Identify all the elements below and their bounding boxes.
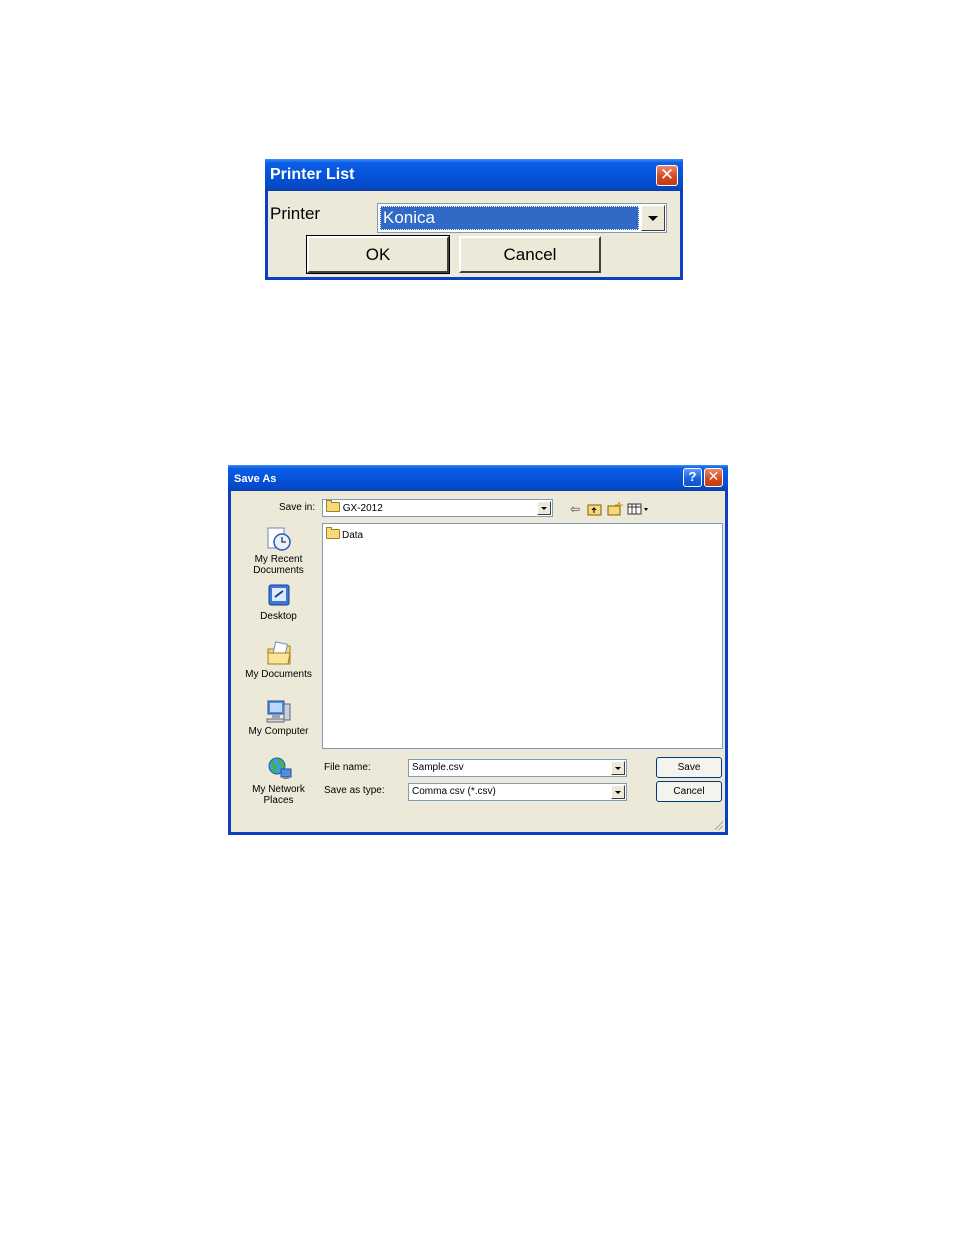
save-in-dropdown-button[interactable] (537, 501, 551, 515)
file-name-label: File name: (324, 762, 371, 773)
place-my-documents[interactable]: My Documents (241, 641, 316, 680)
save-type-value: Comma csv (*.csv) (412, 786, 496, 797)
file-list[interactable]: Data (322, 523, 723, 749)
ok-button[interactable]: OK (307, 236, 449, 273)
place-my-recent-documents[interactable]: My Recent Documents (241, 526, 316, 576)
place-label: My Recent Documents (253, 554, 304, 576)
close-icon[interactable]: ✕ (704, 468, 723, 487)
chevron-down-icon (541, 507, 547, 510)
file-name-dropdown-button[interactable] (611, 761, 625, 775)
printer-label: Printer (270, 204, 321, 223)
folder-icon (326, 527, 340, 539)
view-menu-icon[interactable] (627, 501, 651, 517)
place-label: My Documents (245, 669, 312, 680)
my-computer-icon (265, 698, 293, 724)
resize-grip[interactable] (713, 820, 723, 830)
place-my-computer[interactable]: My Computer (241, 698, 316, 737)
printer-select-value: Konica (380, 206, 639, 230)
cancel-button[interactable]: Cancel (459, 236, 601, 273)
file-name-input[interactable]: Sample.csv (408, 759, 627, 777)
chevron-down-icon (615, 791, 621, 794)
list-item[interactable]: Data (326, 527, 364, 541)
save-type-label: Save as type: (324, 785, 385, 796)
folder-icon (326, 500, 340, 512)
my-documents-icon (265, 641, 293, 667)
printer-list-dialog: Printer List ✕ Printer Konica OK Cancel (265, 159, 683, 280)
chevron-down-icon (648, 216, 658, 221)
save-in-select[interactable]: GX-2012 (322, 499, 553, 517)
cancel-button[interactable]: Cancel (656, 781, 722, 802)
recent-documents-icon (265, 526, 293, 552)
network-places-icon (265, 756, 293, 782)
place-label: My Network Places (252, 784, 305, 806)
save-as-titlebar[interactable]: Save As ? ✕ (228, 465, 728, 491)
chevron-down-icon (615, 767, 621, 770)
save-type-select[interactable]: Comma csv (*.csv) (408, 783, 627, 801)
file-name-value: Sample.csv (412, 762, 464, 773)
place-desktop[interactable]: Desktop (241, 583, 316, 622)
up-folder-icon[interactable] (587, 501, 603, 517)
new-folder-icon[interactable] (607, 501, 623, 517)
place-my-network-places[interactable]: My Network Places (241, 756, 316, 806)
save-button[interactable]: Save (656, 757, 722, 778)
save-as-dialog: Save As ? ✕ Save in: GX-2012 ⇦ My Recent… (228, 465, 728, 835)
help-icon[interactable]: ? (683, 468, 702, 487)
save-type-dropdown-button[interactable] (611, 785, 625, 799)
printer-select[interactable]: Konica (377, 203, 667, 233)
desktop-icon (265, 583, 293, 609)
file-item-name: Data (342, 530, 364, 541)
place-label: My Computer (248, 726, 309, 737)
back-icon[interactable]: ⇦ (567, 501, 583, 517)
printer-dropdown-button[interactable] (641, 205, 665, 231)
printer-list-titlebar[interactable]: Printer List ✕ (265, 159, 683, 191)
place-label: Desktop (260, 611, 297, 622)
close-icon[interactable]: ✕ (656, 165, 678, 186)
save-in-label: Save in: (279, 502, 316, 513)
save-as-title: Save As (234, 473, 277, 485)
save-in-value: GX-2012 (342, 503, 383, 514)
printer-list-title: Printer List (270, 166, 355, 183)
